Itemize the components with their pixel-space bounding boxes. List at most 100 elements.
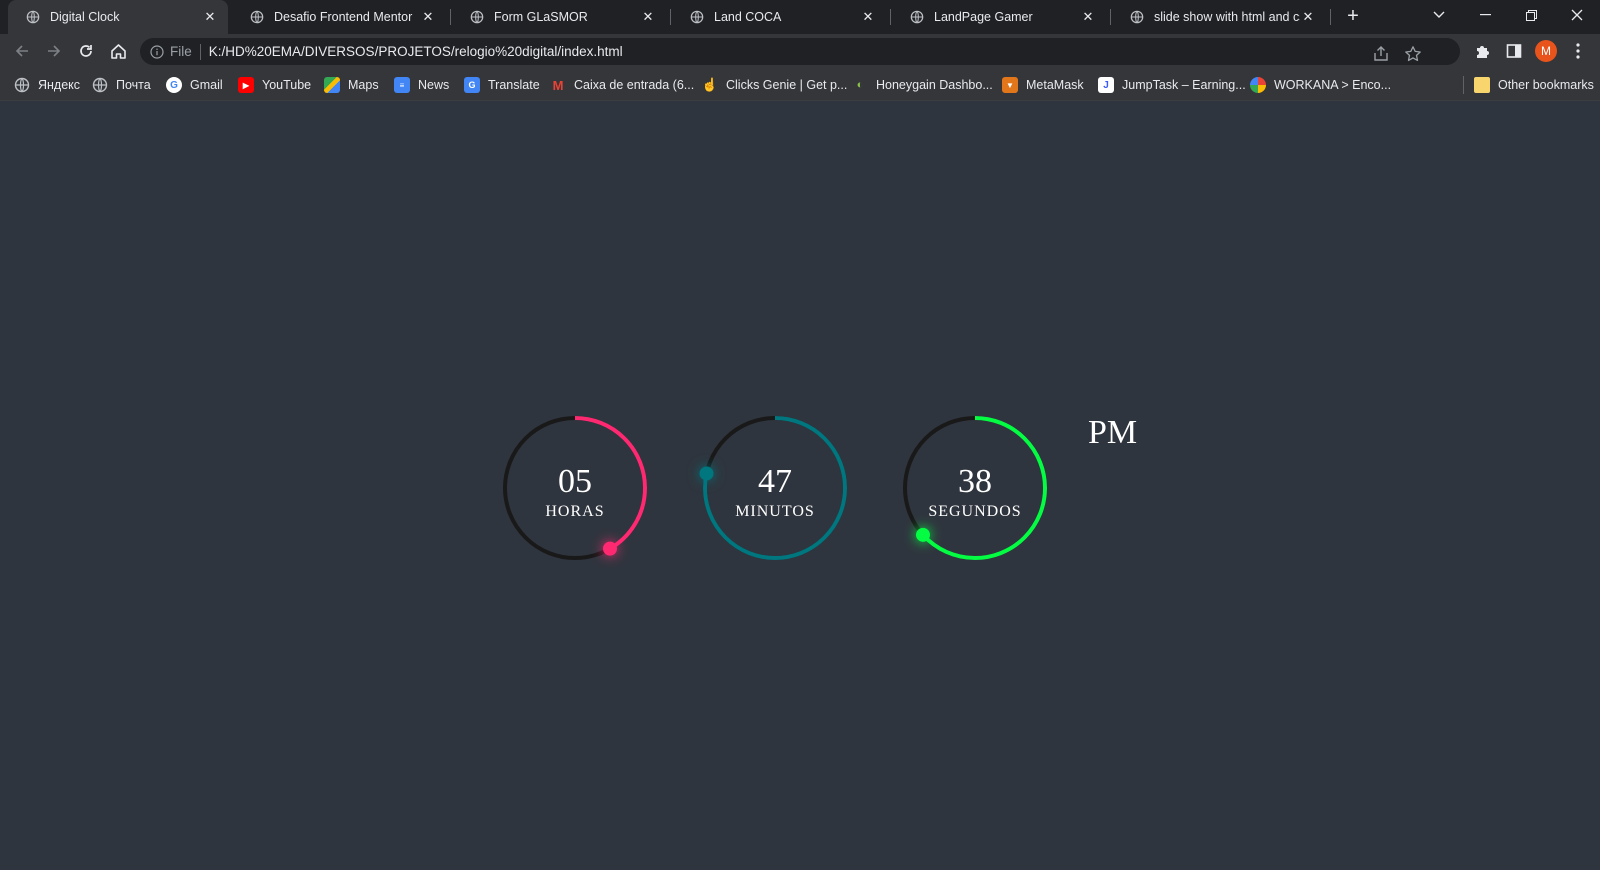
ampm-indicator: PM <box>1088 414 1138 451</box>
globe-icon <box>250 10 264 24</box>
folder-icon <box>1474 77 1490 93</box>
new-tab-button[interactable]: + <box>1342 6 1364 28</box>
close-window-button[interactable] <box>1554 0 1600 30</box>
share-icon[interactable] <box>1372 45 1390 63</box>
close-icon[interactable]: ✕ <box>860 9 876 25</box>
honeygain-icon: ◐ <box>856 79 864 91</box>
bookmark-pochta[interactable]: Почта <box>92 75 151 95</box>
globe-icon <box>1130 10 1144 24</box>
bookmark-label: WORKANA > Enco... <box>1274 78 1392 92</box>
bookmark-label: JumpTask – Earning... <box>1122 78 1246 92</box>
tab-title: Desafio Frontend Mentor <box>274 10 413 24</box>
tab-title: Form GLaSMOR <box>494 10 588 24</box>
tab-search-button[interactable] <box>1416 0 1462 30</box>
side-panel-button[interactable] <box>1502 39 1526 63</box>
tab-form-glasmor[interactable]: Form GLaSMOR ✕ <box>452 0 666 34</box>
bookmark-maps[interactable]: Maps <box>324 75 379 95</box>
close-icon[interactable]: ✕ <box>640 9 656 25</box>
avatar: M <box>1535 40 1557 62</box>
profile-button[interactable]: M <box>1534 39 1558 63</box>
tab-title: slide show with html and css <box>1154 10 1300 24</box>
maps-icon <box>324 77 340 93</box>
bookmark-label: MetaMask <box>1026 78 1084 92</box>
bookmark-label: Translate <box>488 78 540 92</box>
other-bookmarks[interactable]: Other bookmarks <box>1474 75 1594 95</box>
ring-dot <box>602 541 617 556</box>
jumptask-icon: J <box>1098 77 1114 93</box>
bookmark-label: Honeygain Dashbo... <box>876 78 993 92</box>
bookmark-youtube[interactable]: ▶ YouTube <box>238 75 311 95</box>
globe-icon <box>26 10 40 24</box>
close-icon[interactable]: ✕ <box>202 9 218 25</box>
tab-land-coca[interactable]: Land COCA ✕ <box>672 0 886 34</box>
bookmark-label: Caixa de entrada (6... <box>574 78 695 92</box>
close-icon[interactable]: ✕ <box>420 9 436 25</box>
bookmark-metamask[interactable]: ▼ MetaMask <box>1002 75 1084 95</box>
bookmark-caixa-de-entrada[interactable]: M Caixa de entrada (6... <box>550 75 695 95</box>
bookmark-label: YouTube <box>262 78 312 92</box>
bookmark-label: Maps <box>348 78 379 92</box>
extensions-button[interactable] <box>1470 39 1494 63</box>
minutes-label: MINUTOS <box>735 503 815 520</box>
bookmark-yandex[interactable]: Яндекс <box>14 75 80 95</box>
restore-button[interactable] <box>1508 0 1554 30</box>
seconds-label: SEGUNDOS <box>928 503 1022 520</box>
close-icon[interactable]: ✕ <box>1300 9 1316 25</box>
reload-button[interactable] <box>72 37 100 65</box>
translate-icon: G <box>464 77 480 93</box>
bookmark-workana[interactable]: WORKANA > Enco... <box>1250 75 1391 95</box>
google-icon: G <box>166 77 182 93</box>
news-icon: ≡ <box>394 77 410 93</box>
bookmarks-bar: Яндекс Почта G Gmail ▶ YouTube Maps ≡ Ne… <box>0 68 1600 101</box>
back-button[interactable] <box>8 37 36 65</box>
tab-desafio-frontend-mentor[interactable]: Desafio Frontend Mentor ✕ <box>232 0 446 34</box>
tab-title: Digital Clock <box>50 10 120 24</box>
bookmark-label: Clicks Genie | Get p... <box>726 78 848 92</box>
menu-button[interactable] <box>1566 39 1590 63</box>
globe-icon <box>92 77 108 93</box>
bookmark-label: Gmail <box>190 78 223 92</box>
forward-button[interactable] <box>40 37 68 65</box>
digital-clock: 05 HORAS 47 MINUTOS 38 SEGUNDOS PM <box>0 101 1600 870</box>
bookmark-gmail[interactable]: G Gmail <box>166 75 223 95</box>
url-text[interactable]: K:/HD%20EMA/DIVERSOS/PROJETOS/relogio%20… <box>209 44 623 59</box>
bookmark-label: Яндекс <box>38 78 81 92</box>
bookmark-news[interactable]: ≡ News <box>394 75 449 95</box>
minutes-value: 47 <box>758 463 792 500</box>
puzzle-icon <box>1476 45 1489 58</box>
ring-dot <box>915 527 930 542</box>
info-icon[interactable] <box>150 44 164 59</box>
minimize-button[interactable] <box>1462 0 1508 30</box>
bookmark-translate[interactable]: G Translate <box>464 75 540 95</box>
seconds-dial: 38 SEGUNDOS <box>901 414 1049 562</box>
home-button[interactable] <box>104 37 132 65</box>
tab-landpage-gamer[interactable]: LandPage Gamer ✕ <box>892 0 1106 34</box>
fox-icon: ▼ <box>1002 77 1018 93</box>
other-bookmarks-label: Other bookmarks <box>1498 78 1594 92</box>
tab-digital-clock[interactable]: Digital Clock ✕ <box>8 0 228 34</box>
arrow-right-icon <box>48 45 61 57</box>
seconds-value: 38 <box>958 463 992 500</box>
youtube-icon: ▶ <box>238 77 254 93</box>
tab-title: Land COCA <box>714 10 782 24</box>
tab-strip: Digital Clock ✕ Desafio Frontend Mentor … <box>0 0 1600 34</box>
gmail-icon: M <box>552 77 564 93</box>
reload-icon <box>80 45 92 57</box>
tab-slide-show[interactable]: slide show with html and css ✕ <box>1112 0 1326 34</box>
hours-value: 05 <box>558 463 592 500</box>
close-icon[interactable]: ✕ <box>1080 9 1096 25</box>
globe-icon <box>910 10 924 24</box>
restore-icon <box>1525 9 1537 21</box>
star-icon[interactable] <box>1404 45 1422 63</box>
address-bar[interactable]: File K:/HD%20EMA/DIVERSOS/PROJETOS/relog… <box>140 38 1460 65</box>
hours-label: HORAS <box>545 503 605 520</box>
side-panel-icon <box>1506 44 1522 58</box>
toolbar: File K:/HD%20EMA/DIVERSOS/PROJETOS/relog… <box>0 34 1600 68</box>
bookmark-clicks-genie[interactable]: ☝ Clicks Genie | Get p... <box>702 75 847 95</box>
bookmark-honeygain[interactable]: ◐ Honeygain Dashbo... <box>852 75 993 95</box>
arrow-left-icon <box>15 45 28 57</box>
bookmark-jumptask[interactable]: J JumpTask – Earning... <box>1098 75 1246 95</box>
workana-icon <box>1250 77 1266 93</box>
globe-icon <box>690 10 704 24</box>
minimize-icon <box>1479 14 1491 16</box>
